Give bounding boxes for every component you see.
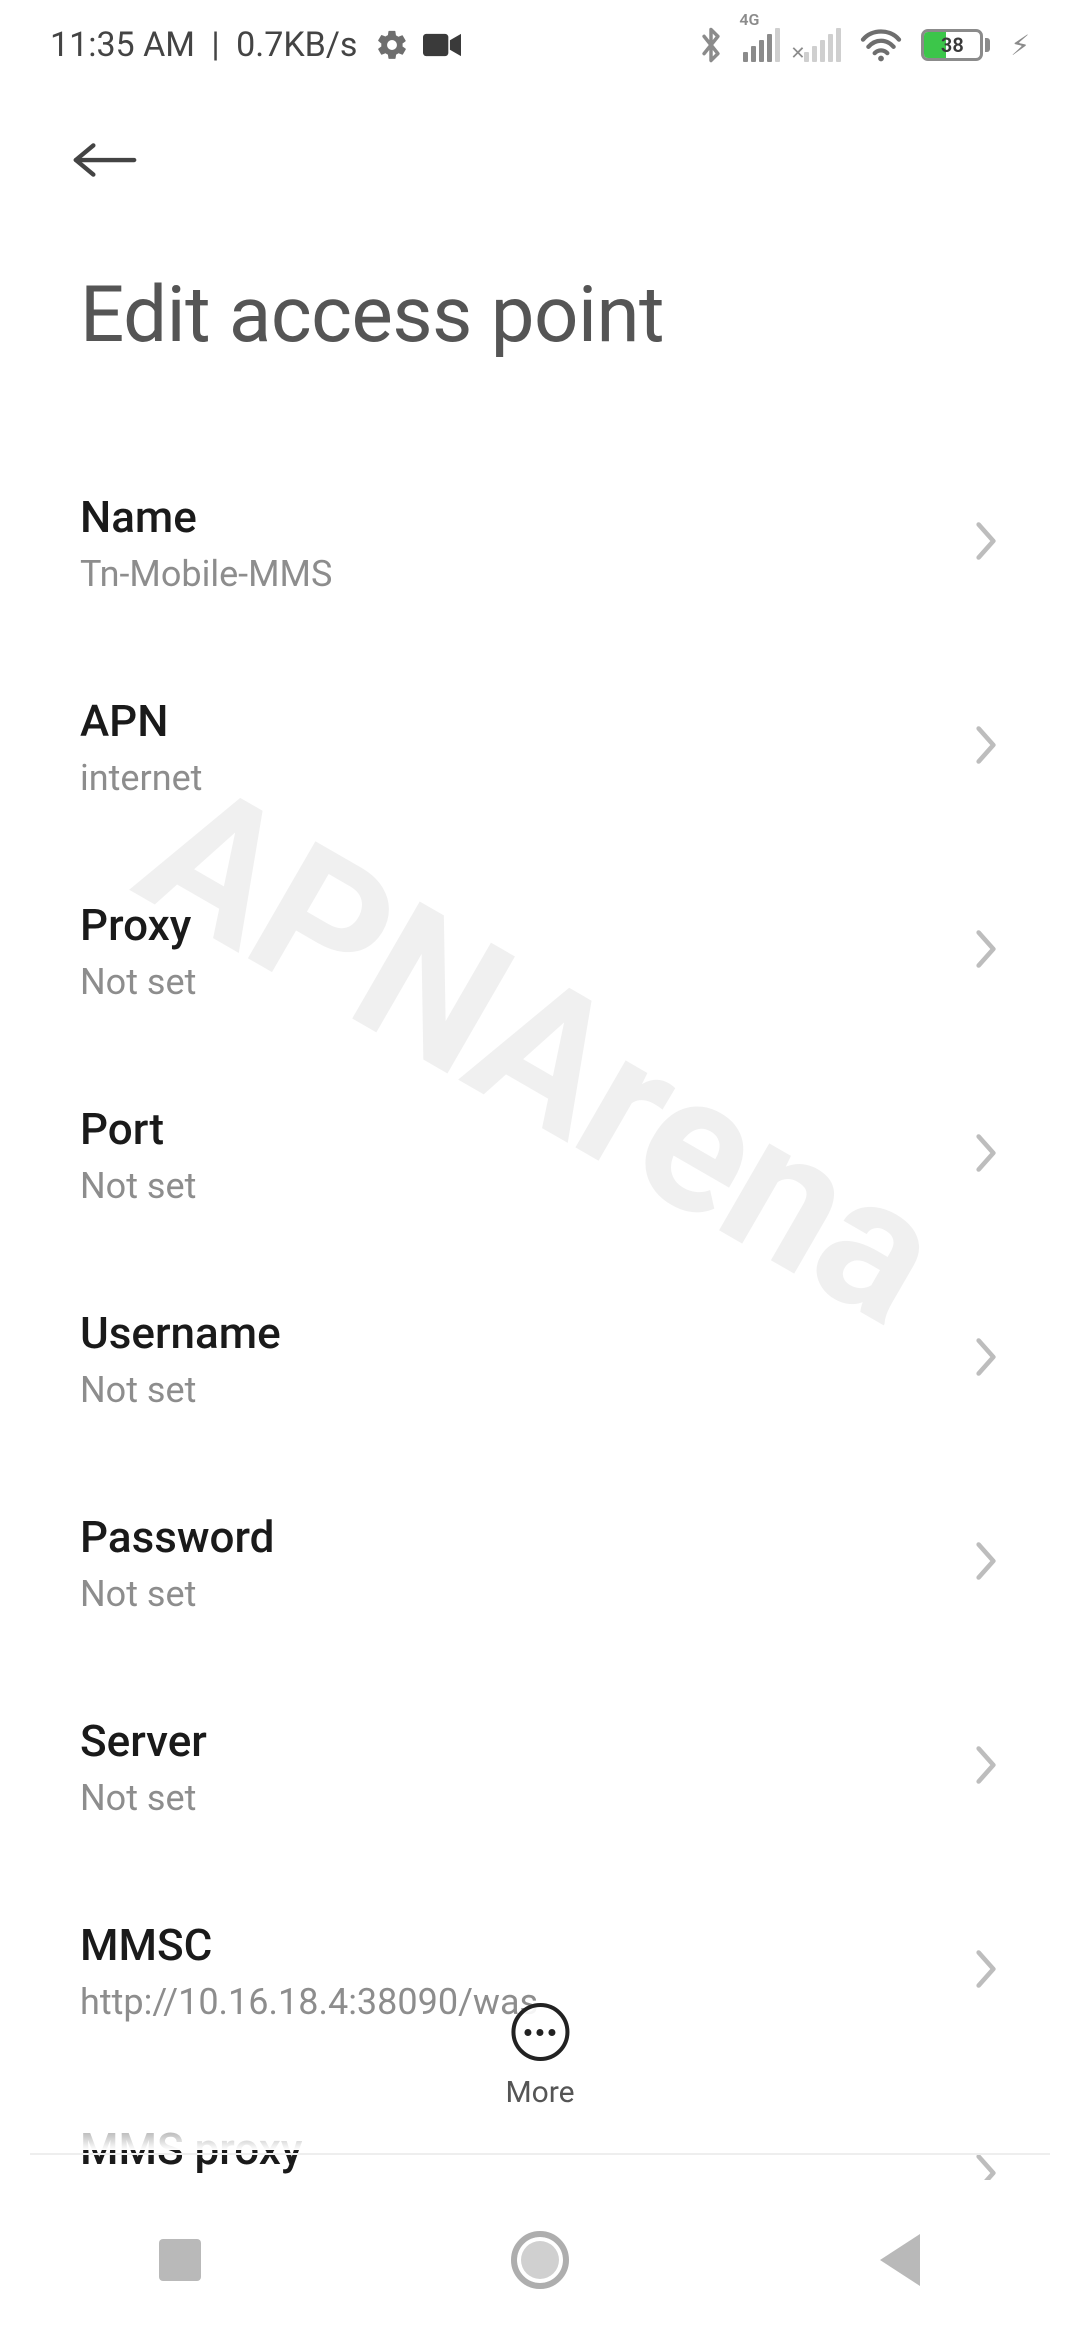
- chevron-right-icon: [972, 1539, 1000, 1587]
- row-proxy[interactable]: Proxy Not set: [80, 849, 1000, 1053]
- row-value: Not set: [80, 1165, 952, 1207]
- chevron-right-icon: [972, 1743, 1000, 1791]
- status-bar: 11:35 AM | 0.7KB/s 4G ✕ 38: [0, 0, 1080, 90]
- status-separator: |: [203, 25, 228, 65]
- chevron-right-icon: [972, 1131, 1000, 1179]
- wifi-icon: [859, 27, 903, 63]
- row-value: Not set: [80, 961, 952, 1003]
- back-button[interactable]: [70, 120, 150, 200]
- navigation-bar: [0, 2180, 1080, 2340]
- more-button[interactable]: More: [505, 2003, 574, 2110]
- circle-icon: [511, 2231, 569, 2289]
- nav-home-button[interactable]: [480, 2220, 600, 2300]
- row-value: internet: [80, 757, 952, 799]
- settings-list: Name Tn-Mobile-MMS APN internet Proxy No…: [0, 401, 1080, 2277]
- row-username[interactable]: Username Not set: [80, 1257, 1000, 1461]
- square-icon: [159, 2239, 201, 2281]
- row-value: Not set: [80, 1369, 952, 1411]
- chevron-right-icon: [972, 1335, 1000, 1383]
- row-label: Proxy: [80, 899, 952, 951]
- arrow-left-icon: [70, 135, 140, 185]
- signal-2-icon: ✕: [804, 28, 841, 62]
- status-net-speed: 0.7KB/s: [236, 25, 357, 65]
- row-label: MMSC: [80, 1919, 952, 1971]
- row-value: Not set: [80, 1573, 952, 1615]
- row-label: Username: [80, 1307, 952, 1359]
- status-time: 11:35 AM: [50, 25, 195, 65]
- row-apn[interactable]: APN internet: [80, 645, 1000, 849]
- row-server[interactable]: Server Not set: [80, 1665, 1000, 1869]
- more-icon: [511, 2003, 569, 2061]
- page-title: Edit access point: [0, 210, 1080, 401]
- charging-icon: ⚡︎: [1010, 29, 1030, 62]
- row-label: APN: [80, 695, 952, 747]
- row-value: Not set: [80, 1777, 952, 1819]
- row-value: Tn-Mobile-MMS: [80, 553, 952, 595]
- signal-network-tag: 4G: [739, 10, 759, 29]
- row-name[interactable]: Name Tn-Mobile-MMS: [80, 441, 1000, 645]
- chevron-right-icon: [972, 927, 1000, 975]
- camera-icon: [423, 31, 461, 59]
- nav-recents-button[interactable]: [120, 2220, 240, 2300]
- bottom-divider: [30, 2153, 1050, 2155]
- more-label: More: [505, 2075, 574, 2110]
- chevron-right-icon: [972, 519, 1000, 567]
- row-port[interactable]: Port Not set: [80, 1053, 1000, 1257]
- row-label: Server: [80, 1715, 952, 1767]
- battery-percent: 38: [924, 33, 980, 57]
- status-right: 4G ✕ 38 ⚡︎: [697, 26, 1030, 64]
- bluetooth-icon: [697, 26, 725, 64]
- row-label: Port: [80, 1103, 952, 1155]
- triangle-left-icon: [880, 2234, 920, 2286]
- gear-icon: [375, 28, 409, 62]
- status-left: 11:35 AM | 0.7KB/s: [50, 25, 461, 65]
- signal-1-icon: 4G: [743, 28, 780, 62]
- chevron-right-icon: [972, 723, 1000, 771]
- row-label: Name: [80, 491, 952, 543]
- nav-back-button[interactable]: [840, 2220, 960, 2300]
- chevron-right-icon: [972, 1947, 1000, 1995]
- row-password[interactable]: Password Not set: [80, 1461, 1000, 1665]
- header: [0, 90, 1080, 210]
- battery-icon: 38: [921, 29, 990, 61]
- row-label: Password: [80, 1511, 952, 1563]
